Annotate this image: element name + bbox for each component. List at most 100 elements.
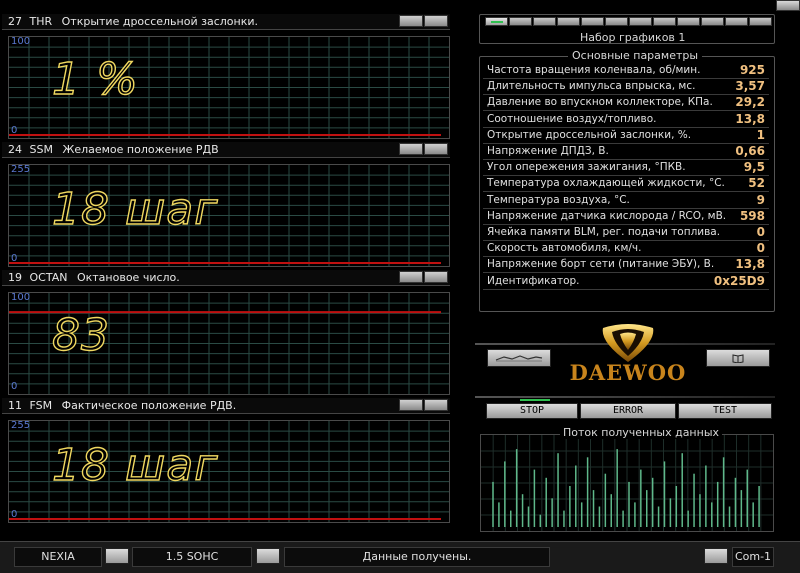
info-button[interactable] <box>706 349 770 367</box>
param-row: Напряжение ДПДЗ, В. 0,66 <box>483 143 769 160</box>
param-value: 13,8 <box>735 257 765 272</box>
stop-label: STOP <box>519 405 545 416</box>
axis-min-label: 0 <box>11 509 18 520</box>
graph-set-tab-9[interactable] <box>677 17 700 26</box>
graph-set-tab-12[interactable] <box>749 17 772 26</box>
panel-header: 24 SSM Желаемое положение РДВ <box>2 142 450 158</box>
daewoo-logo: DAEWOO <box>568 322 688 386</box>
param-row: Напряжение борт сети (питание ЭБУ), В. 13… <box>483 256 769 274</box>
param-code: FSM <box>29 399 53 412</box>
axis-min-label: 0 <box>11 381 18 392</box>
stop-button[interactable]: STOP <box>486 403 578 419</box>
graph-settings-button[interactable] <box>487 349 551 367</box>
chart-panel-thr: 27 THR Открытие дроссельной заслонки. 10… <box>2 14 450 140</box>
graph-set-tab-7[interactable] <box>629 17 652 26</box>
param-label: Идентификатор. <box>487 274 580 287</box>
panel-option-button[interactable] <box>399 271 423 283</box>
param-row: Температура охлаждающей жидкости, °С. 52 <box>483 175 769 193</box>
graph-set-tab-2[interactable] <box>509 17 532 26</box>
port-select-button[interactable] <box>704 548 728 564</box>
param-number: 27 <box>8 15 22 28</box>
graph-set-tab-11[interactable] <box>725 17 748 26</box>
error-label: ERROR <box>612 405 644 416</box>
panel-close-button[interactable] <box>424 271 448 283</box>
graph-icon <box>495 355 543 362</box>
panel-close-button[interactable] <box>424 15 448 27</box>
param-label: Скорость автомобиля, км/ч. <box>487 242 642 255</box>
panel-header: 11 FSM Фактическое положение РДВ. <box>2 398 450 414</box>
axis-max-label: 255 <box>11 164 31 175</box>
param-code: THR <box>29 15 53 28</box>
param-label: Напряжение датчика кислорода / RCO, мВ. <box>487 209 727 222</box>
param-number: 11 <box>8 399 22 412</box>
panel-option-button[interactable] <box>399 15 423 27</box>
stop-indicator <box>520 399 550 401</box>
panel-close-button[interactable] <box>424 143 448 155</box>
param-title: Открытие дроссельной заслонки. <box>61 15 258 28</box>
param-value: 0 <box>756 241 765 256</box>
param-value: 9,5 <box>743 160 765 175</box>
axis-max-label: 100 <box>11 292 31 303</box>
param-row: Давление во впускном коллекторе, КПа. 29,… <box>483 94 769 112</box>
test-button[interactable]: TEST <box>678 403 772 419</box>
param-number: 19 <box>8 271 22 284</box>
window-minimize-button[interactable] <box>776 0 800 11</box>
param-label: Угол опережения зажигания, °ПКВ. <box>487 161 686 174</box>
param-row: Открытие дроссельной заслонки, %. 1 <box>483 127 769 144</box>
logo-divider-bottom <box>475 396 775 398</box>
param-row: Длительность импульса впрыска, мс. 3,57 <box>483 78 769 96</box>
param-value: 0x25D9 <box>713 273 765 288</box>
graph-set-tab-6[interactable] <box>605 17 628 26</box>
param-label: Открытие дроссельной заслонки, %. <box>487 128 692 141</box>
param-value: 13,8 <box>735 111 765 126</box>
chart-panel-ssm: 24 SSM Желаемое положение РДВ 255 0 18 ш… <box>2 142 450 268</box>
param-value: 3,57 <box>735 79 765 94</box>
param-row: Температура воздуха, °С. 9 <box>483 192 769 209</box>
param-value: 0 <box>756 225 765 239</box>
panel-option-button[interactable] <box>399 399 423 411</box>
graph-set-tab-1[interactable] <box>485 17 508 26</box>
param-row: Идентификатор. 0x25D9 <box>483 273 769 290</box>
param-number: 24 <box>8 143 22 156</box>
status-message: Данные получены. <box>284 547 550 567</box>
param-code: OCTAN <box>29 271 68 284</box>
params-title: Основные параметры <box>568 49 703 62</box>
param-value: 29,2 <box>735 95 765 110</box>
param-label: Длительность импульса впрыска, мс. <box>487 80 696 93</box>
current-value: 18 шаг <box>51 439 219 491</box>
data-stream-plot <box>481 435 773 531</box>
graph-set-tab-10[interactable] <box>701 17 724 26</box>
param-title: Желаемое положение РДВ <box>62 143 219 156</box>
graph-set-tab-8[interactable] <box>653 17 676 26</box>
param-label: Ячейка памяти BLM, рег. подачи топлива. <box>487 226 721 238</box>
param-value: 925 <box>739 63 765 77</box>
param-row: Соотношение воздух/топливо. 13,8 <box>483 111 769 128</box>
status-port: Com-1 <box>732 547 774 567</box>
param-row: Угол опережения зажигания, °ПКВ. 9,5 <box>483 159 769 177</box>
panel-option-button[interactable] <box>399 143 423 155</box>
current-value: 18 шаг <box>51 183 219 235</box>
param-title: Октановое число. <box>76 271 180 284</box>
param-value: 1 <box>756 127 765 142</box>
param-code: SSM <box>29 143 53 156</box>
graph-set-tab-3[interactable] <box>533 17 556 26</box>
logo-text: DAEWOO <box>569 360 687 385</box>
book-icon <box>732 354 744 364</box>
graph-set-tab-5[interactable] <box>581 17 604 26</box>
param-row: Частота вращения коленвала, об/мин. 925 <box>483 62 769 79</box>
axis-max-label: 100 <box>11 36 31 47</box>
engine-select-button[interactable] <box>256 548 280 564</box>
panel-header: 19 OCTAN Октановое число. <box>2 270 450 286</box>
model-select-button[interactable] <box>105 548 129 564</box>
param-value: 9 <box>756 192 765 207</box>
chart-panel-octan: 19 OCTAN Октановое число. 100 0 83 <box>2 270 450 396</box>
param-label: Соотношение воздух/топливо. <box>487 112 657 125</box>
status-model: NEXIA <box>14 547 102 567</box>
panel-close-button[interactable] <box>424 399 448 411</box>
graph-set-tab-4[interactable] <box>557 17 580 26</box>
error-button[interactable]: ERROR <box>580 403 676 419</box>
param-row: Скорость автомобиля, км/ч. 0 <box>483 240 769 258</box>
data-stream-title: Поток полученных данных <box>560 426 723 439</box>
axis-max-label: 255 <box>11 420 31 431</box>
param-label: Напряжение борт сети (питание ЭБУ), В. <box>487 258 715 271</box>
